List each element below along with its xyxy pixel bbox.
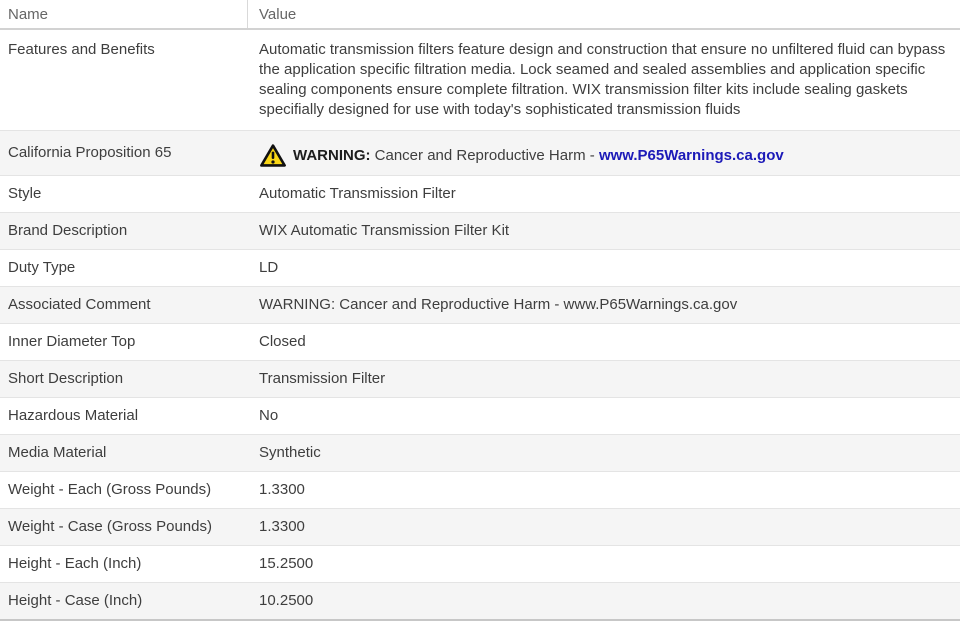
row-value: 15.2500 bbox=[259, 555, 314, 572]
table-row: Height - Case (Inch) 10.2500 bbox=[0, 582, 960, 619]
row-name-label: Weight - Case (Gross Pounds) bbox=[8, 518, 212, 535]
row-name-label: Brand Description bbox=[8, 222, 128, 239]
table-row: Features and Benefits Automatic transmiss… bbox=[0, 30, 960, 130]
table-row: Height - Each (Inch) 15.2500 bbox=[0, 545, 960, 582]
row-value: Transmission Filter bbox=[259, 370, 386, 387]
table-body: Features and Benefits Automatic transmiss… bbox=[0, 30, 960, 619]
row-value: No bbox=[259, 407, 279, 424]
table-row: Style Automatic Transmission Filter bbox=[0, 175, 960, 212]
table-row: Weight - Case (Gross Pounds) 1.3300 bbox=[0, 508, 960, 545]
table-header-row: Name Value bbox=[0, 0, 960, 30]
row-value: WARNING: Cancer and Reproductive Harm - … bbox=[259, 296, 738, 313]
row-value: WIX Automatic Transmission Filter Kit bbox=[259, 222, 510, 239]
table-row: Inner Diameter Top Closed bbox=[0, 323, 960, 360]
row-name-label: Media Material bbox=[8, 444, 107, 461]
table-row: Brand Description WIX Automatic Transmiss… bbox=[0, 212, 960, 249]
row-value: Automatic transmission filters feature d… bbox=[259, 41, 946, 118]
table-row: Associated Comment WARNING: Cancer and Re… bbox=[0, 286, 960, 323]
row-name-label: Height - Each (Inch) bbox=[8, 555, 142, 572]
product-specs-table: Name Value Features and Benefits Automati… bbox=[0, 0, 960, 621]
prop65-warning: WARNING: Cancer and Reproductive Harm - … bbox=[259, 141, 950, 168]
column-header-name: Name bbox=[0, 0, 248, 28]
column-header-value: Value bbox=[259, 5, 297, 23]
p65-warnings-link[interactable]: www.P65Warnings.ca.gov bbox=[599, 147, 784, 164]
row-value: Automatic Transmission Filter bbox=[259, 185, 456, 202]
warning-message: WARNING: Cancer and Reproductive Harm - … bbox=[293, 146, 784, 166]
table-row: California Proposition 65 WARNING: Cancer… bbox=[0, 130, 960, 175]
row-value: Synthetic bbox=[259, 444, 321, 461]
table-row: Duty Type LD bbox=[0, 249, 960, 286]
row-name-label: California Proposition 65 bbox=[8, 144, 172, 161]
row-name-label: Associated Comment bbox=[8, 296, 151, 313]
table-row: Weight - Each (Gross Pounds) 1.3300 bbox=[0, 471, 960, 508]
table-row: Hazardous Material No bbox=[0, 397, 960, 434]
row-name-label: Short Description bbox=[8, 370, 124, 387]
warning-triangle-icon bbox=[259, 143, 287, 168]
row-name-label: Weight - Each (Gross Pounds) bbox=[8, 481, 212, 498]
row-name-label: Hazardous Material bbox=[8, 407, 139, 424]
row-value: 1.3300 bbox=[259, 481, 305, 498]
row-name-label: Inner Diameter Top bbox=[8, 333, 136, 350]
row-name-label: Duty Type bbox=[8, 259, 76, 276]
row-name-label: Height - Case (Inch) bbox=[8, 592, 143, 609]
row-value: Closed bbox=[259, 333, 306, 350]
row-value: 1.3300 bbox=[259, 518, 305, 535]
warning-text: Cancer and Reproductive Harm - bbox=[370, 146, 599, 164]
row-value: 10.2500 bbox=[259, 592, 314, 609]
row-value: LD bbox=[259, 259, 279, 276]
table-row: Short Description Transmission Filter bbox=[0, 360, 960, 397]
row-name-label: Style bbox=[8, 185, 42, 202]
row-name-label: Features and Benefits bbox=[8, 41, 155, 58]
warning-label: WARNING: bbox=[293, 146, 371, 164]
row-value: WARNING: Cancer and Reproductive Harm - … bbox=[248, 133, 960, 174]
table-row: Media Material Synthetic bbox=[0, 434, 960, 471]
